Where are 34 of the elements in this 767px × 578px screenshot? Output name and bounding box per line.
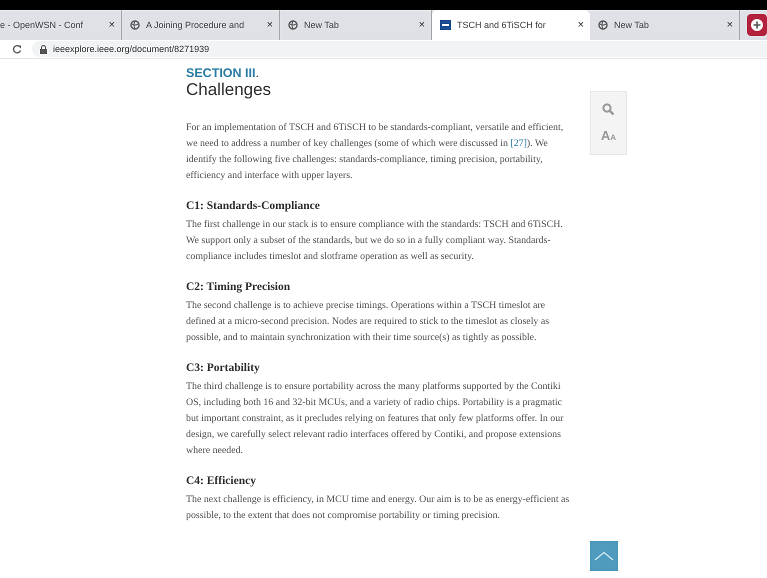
reference-link[interactable]: [27] (510, 138, 527, 149)
globe-icon (130, 20, 140, 30)
chevron-up-icon (594, 551, 614, 561)
lock-icon (40, 44, 47, 54)
section-title: Challenges (186, 80, 272, 100)
subsection-heading: C4: Efficiency (186, 475, 257, 487)
close-tab-button[interactable]: × (266, 19, 273, 31)
tab-title: New Tab (614, 20, 650, 30)
subsection-heading: C2: Timing Precision (186, 281, 292, 293)
new-tab-button[interactable] (747, 14, 767, 36)
close-tab-button[interactable]: × (108, 19, 115, 31)
paragraph: For an implementation of TSCH and 6TiSCH to be standards-compliant, versatile and efficient, we need to address a number of key challenges (some of which were discussed in [27]). We identify the following five challenges: standards-compliance, timing precision, portability, efficiency and interface with upper layers. (186, 121, 564, 183)
tab-title: A Joining Procedure and (146, 20, 246, 30)
tab-title: e - OpenWSN - Conf (0, 20, 84, 30)
plus-icon (751, 19, 763, 31)
close-tab-button[interactable]: × (418, 19, 425, 31)
globe-icon (288, 20, 298, 30)
close-tab-button[interactable]: × (726, 19, 733, 31)
close-tab-button[interactable]: × (578, 19, 584, 31)
tab-title: TSCH and 6TiSCH for (457, 20, 547, 30)
reload-icon[interactable] (12, 44, 22, 54)
ieee-favicon-icon (440, 20, 451, 30)
globe-icon (598, 20, 608, 30)
url-text[interactable]: ieeexplore.ieee.org/document/8271939 (53, 44, 210, 54)
paragraph: The next challenge is efficiency, in MCU time and energy. Our aim is to be as energy-efficient as possible, to the extent that does not compromise portability or timing precision. (186, 493, 570, 523)
subsection-heading: C1: Standards-Compliance (186, 200, 321, 212)
paragraph: The second challenge is to achieve precise timings. Operations within a TSCH timeslot are defined at a micro-second precision. Nodes are required to stick to the timeslot as closely as possible, and to maintain synchronization with their time source(s) as tightly as possible. (186, 299, 550, 345)
search-icon[interactable] (602, 103, 615, 116)
tab-title: New Tab (304, 20, 340, 30)
paragraph: The first challenge in our stack is to ensure compliance with the standards: TSCH and 6TiSCH. We support only a subset of the standards, but we do so in a fully compliant way. Standards-compliance includes timeslot and slotframe operation as well as security. (186, 218, 564, 264)
subsection-heading: C3: Portability (186, 362, 261, 374)
section-label: SECTION III. (186, 66, 260, 80)
browser-tab[interactable]: TSCH and 6TiSCH for × (432, 10, 590, 40)
paragraph: The third challenge is to ensure portability across the many platforms supported by the Contiki OS, including both 16 and 32-bit MCUs, and a variety of radio chips. Portability is a pragmatic but important constraint, as it precludes relying on features that only few platforms offer. In our design, we carefully select relevant radio interfaces offered by Contiki, and propose extensions where needed. (186, 380, 564, 458)
